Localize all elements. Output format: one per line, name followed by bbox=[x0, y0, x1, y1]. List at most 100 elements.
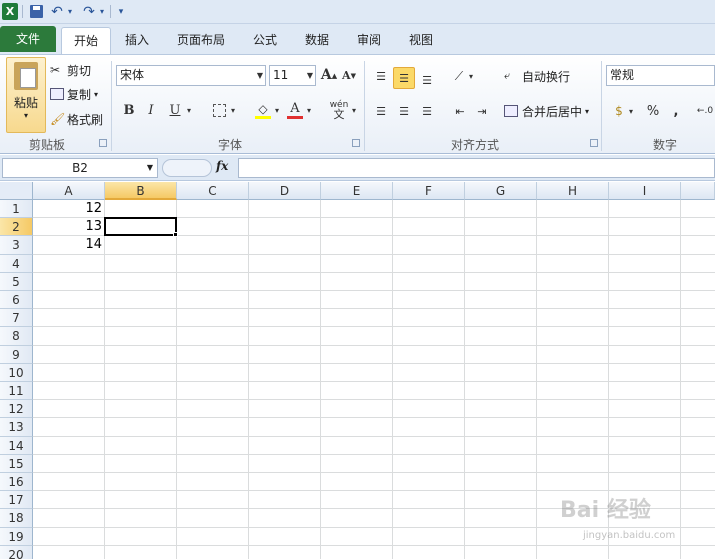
scissors-icon: ✂ bbox=[50, 63, 61, 77]
tab-insert[interactable]: 插入 bbox=[118, 27, 156, 54]
fill-color-icon[interactable]: ◇ bbox=[252, 99, 274, 121]
wrap-text-button[interactable]: ⤶ 自动换行 bbox=[504, 67, 570, 85]
row-gridline bbox=[33, 344, 715, 346]
tab-data[interactable]: 数据 bbox=[298, 27, 336, 54]
row-header-2[interactable]: 2 bbox=[0, 218, 33, 237]
format-painter-button[interactable]: 🖌 格式刷 bbox=[50, 110, 103, 128]
group-divider bbox=[601, 61, 602, 151]
column-header-d[interactable]: D bbox=[249, 182, 321, 200]
select-all-corner[interactable] bbox=[0, 182, 33, 200]
tab-review[interactable]: 审阅 bbox=[350, 27, 388, 54]
row-header-7[interactable]: 7 bbox=[0, 309, 33, 328]
row-header-20[interactable]: 20 bbox=[0, 545, 33, 559]
phonetic-dropdown-icon[interactable]: ▾ bbox=[349, 99, 359, 121]
row-header-8[interactable]: 8 bbox=[0, 327, 33, 346]
row-header-17[interactable]: 17 bbox=[0, 491, 33, 510]
decrease-indent-icon[interactable]: ⇤ bbox=[449, 100, 471, 122]
formula-input[interactable] bbox=[238, 158, 715, 178]
row-header-4[interactable]: 4 bbox=[0, 254, 33, 273]
phonetic-guide-icon[interactable]: wén 文 bbox=[328, 99, 350, 121]
italic-button[interactable]: I bbox=[140, 99, 162, 121]
grow-font-icon[interactable]: A ▲ bbox=[318, 64, 340, 86]
row-header-9[interactable]: 9 bbox=[0, 345, 33, 364]
row-header-5[interactable]: 5 bbox=[0, 272, 33, 291]
row-header-19[interactable]: 19 bbox=[0, 527, 33, 546]
insert-function-icon[interactable]: fx bbox=[216, 159, 228, 173]
column-header-b[interactable]: B bbox=[105, 182, 177, 200]
align-bottom-icon[interactable]: ☰ bbox=[416, 69, 438, 91]
align-center-icon[interactable]: ☰ bbox=[393, 100, 415, 122]
copy-button[interactable]: 复制 ▾ bbox=[50, 85, 98, 103]
row-header-14[interactable]: 14 bbox=[0, 436, 33, 455]
column-header-i[interactable]: I bbox=[609, 182, 681, 200]
ribbon-home: 粘贴 ▾ ✂ 剪切 复制 ▾ 🖌 格式刷 剪贴板 宋体 ▼ 11 ▼ A ▲ A ▼… bbox=[0, 54, 715, 154]
fill-handle[interactable] bbox=[173, 232, 178, 238]
align-right-icon[interactable]: ☰ bbox=[416, 100, 438, 122]
column-header-f[interactable]: F bbox=[393, 182, 465, 200]
percent-button[interactable]: % bbox=[642, 100, 664, 122]
align-top-icon[interactable]: ☰ bbox=[370, 65, 392, 87]
borders-icon[interactable] bbox=[208, 99, 230, 121]
row-header-1[interactable]: 1 bbox=[0, 200, 33, 219]
clipboard-launcher-icon[interactable] bbox=[99, 139, 107, 147]
font-size-select[interactable]: 11 ▼ bbox=[269, 65, 316, 86]
row-header-11[interactable]: 11 bbox=[0, 382, 33, 401]
active-cell-border[interactable] bbox=[104, 217, 177, 237]
undo-dropdown-icon[interactable]: ▾ bbox=[66, 3, 74, 20]
customize-qat-icon[interactable]: ▾ bbox=[116, 3, 126, 20]
comma-button[interactable]: , bbox=[665, 100, 687, 122]
increase-indent-icon[interactable]: ⇥ bbox=[471, 100, 493, 122]
font-name-value: 宋体 bbox=[120, 68, 145, 82]
row-header-18[interactable]: 18 bbox=[0, 509, 33, 528]
font-color-icon[interactable]: A bbox=[284, 99, 306, 121]
tab-page-layout[interactable]: 页面布局 bbox=[170, 27, 232, 54]
name-box[interactable]: B2 ▼ bbox=[2, 158, 158, 178]
tab-view[interactable]: 视图 bbox=[402, 27, 440, 54]
tab-home[interactable]: 开始 bbox=[61, 27, 111, 54]
font-color-dropdown-icon[interactable]: ▾ bbox=[304, 99, 314, 121]
column-header-g[interactable]: G bbox=[465, 182, 537, 200]
font-launcher-icon[interactable] bbox=[352, 139, 360, 147]
cell-a2[interactable]: 13 bbox=[33, 218, 105, 236]
undo-icon[interactable]: ↶ bbox=[50, 3, 64, 20]
tab-formulas[interactable]: 公式 bbox=[246, 27, 284, 54]
redo-icon[interactable]: ↷ bbox=[82, 3, 96, 20]
column-header-a[interactable]: A bbox=[33, 182, 105, 200]
row-header-10[interactable]: 10 bbox=[0, 363, 33, 382]
underline-button[interactable]: U bbox=[164, 99, 186, 121]
row-header-6[interactable]: 6 bbox=[0, 291, 33, 310]
column-header-partial[interactable] bbox=[681, 182, 715, 200]
column-header-h[interactable]: H bbox=[537, 182, 609, 200]
shrink-font-icon[interactable]: A ▼ bbox=[338, 64, 360, 86]
fill-color-dropdown-icon[interactable]: ▾ bbox=[272, 99, 282, 121]
font-name-select[interactable]: 宋体 ▼ bbox=[116, 65, 266, 86]
row-gridline bbox=[33, 271, 715, 273]
increase-decimal-icon[interactable]: ←.0 bbox=[694, 100, 715, 122]
row-header-13[interactable]: 13 bbox=[0, 418, 33, 437]
column-header-c[interactable]: C bbox=[177, 182, 249, 200]
number-format-select[interactable]: 常规 bbox=[606, 65, 715, 86]
save-icon[interactable] bbox=[28, 3, 44, 20]
alignment-launcher-icon[interactable] bbox=[590, 139, 598, 147]
row-header-12[interactable]: 12 bbox=[0, 400, 33, 419]
align-middle-icon[interactable]: ☰ bbox=[393, 67, 415, 89]
bold-button[interactable]: B bbox=[118, 99, 140, 121]
tab-file[interactable]: 文件 bbox=[0, 26, 56, 52]
cut-button[interactable]: ✂ 剪切 bbox=[50, 61, 91, 79]
orientation-dropdown-icon[interactable]: ▾ bbox=[466, 65, 476, 87]
borders-dropdown-icon[interactable]: ▾ bbox=[228, 99, 238, 121]
row-header-15[interactable]: 15 bbox=[0, 454, 33, 473]
redo-dropdown-icon[interactable]: ▾ bbox=[98, 3, 106, 20]
formula-bar-splitter[interactable] bbox=[162, 159, 212, 177]
cell-a1[interactable]: 12 bbox=[33, 200, 105, 218]
cell-a3[interactable]: 14 bbox=[33, 236, 105, 254]
underline-dropdown-icon[interactable]: ▾ bbox=[184, 99, 194, 121]
align-left-icon[interactable]: ☰ bbox=[370, 100, 392, 122]
row-header-3[interactable]: 3 bbox=[0, 236, 33, 255]
column-header-e[interactable]: E bbox=[321, 182, 393, 200]
row-gridline bbox=[33, 381, 715, 382]
row-header-16[interactable]: 16 bbox=[0, 473, 33, 492]
currency-dropdown-icon[interactable]: ▾ bbox=[626, 100, 636, 122]
paste-button[interactable]: 粘贴 ▾ bbox=[6, 57, 46, 133]
merge-center-button[interactable]: 合并后居中 ▾ bbox=[504, 102, 589, 120]
